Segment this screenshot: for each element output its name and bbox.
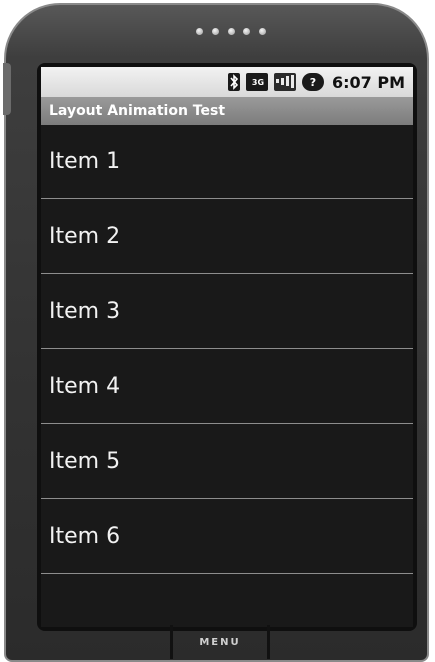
- list-item-5[interactable]: Item 5: [41, 424, 413, 499]
- battery-label: ?: [309, 75, 317, 89]
- list-item-1[interactable]: Item 1: [41, 125, 413, 199]
- list-item-2[interactable]: Item 2: [41, 199, 413, 274]
- speaker-grille: [196, 25, 266, 37]
- status-bar: 3G ? 6:07 PM: [41, 67, 413, 97]
- bluetooth-icon: [227, 73, 240, 91]
- item-list: Item 1 Item 2 Item 3 Item 4 Item 5 Item …: [41, 125, 413, 574]
- network-label: 3G: [251, 77, 265, 87]
- network-3g-icon: 3G: [245, 73, 268, 91]
- list-item-6[interactable]: Item 6: [41, 499, 413, 574]
- menu-label: MENU: [199, 636, 241, 648]
- screen-bezel: 3G ? 6:07 PM Layout Animation Test Item …: [37, 63, 417, 631]
- battery-icon: ?: [301, 73, 324, 91]
- list-item-4[interactable]: Item 4: [41, 349, 413, 424]
- side-button[interactable]: [3, 63, 11, 115]
- screen: 3G ? 6:07 PM Layout Animation Test Item …: [41, 67, 413, 627]
- signal-icon: [273, 73, 296, 91]
- list-item-3[interactable]: Item 3: [41, 274, 413, 349]
- status-time: 6:07 PM: [331, 72, 405, 92]
- menu-button[interactable]: MENU: [170, 625, 270, 659]
- app-title: Layout Animation Test: [41, 97, 413, 125]
